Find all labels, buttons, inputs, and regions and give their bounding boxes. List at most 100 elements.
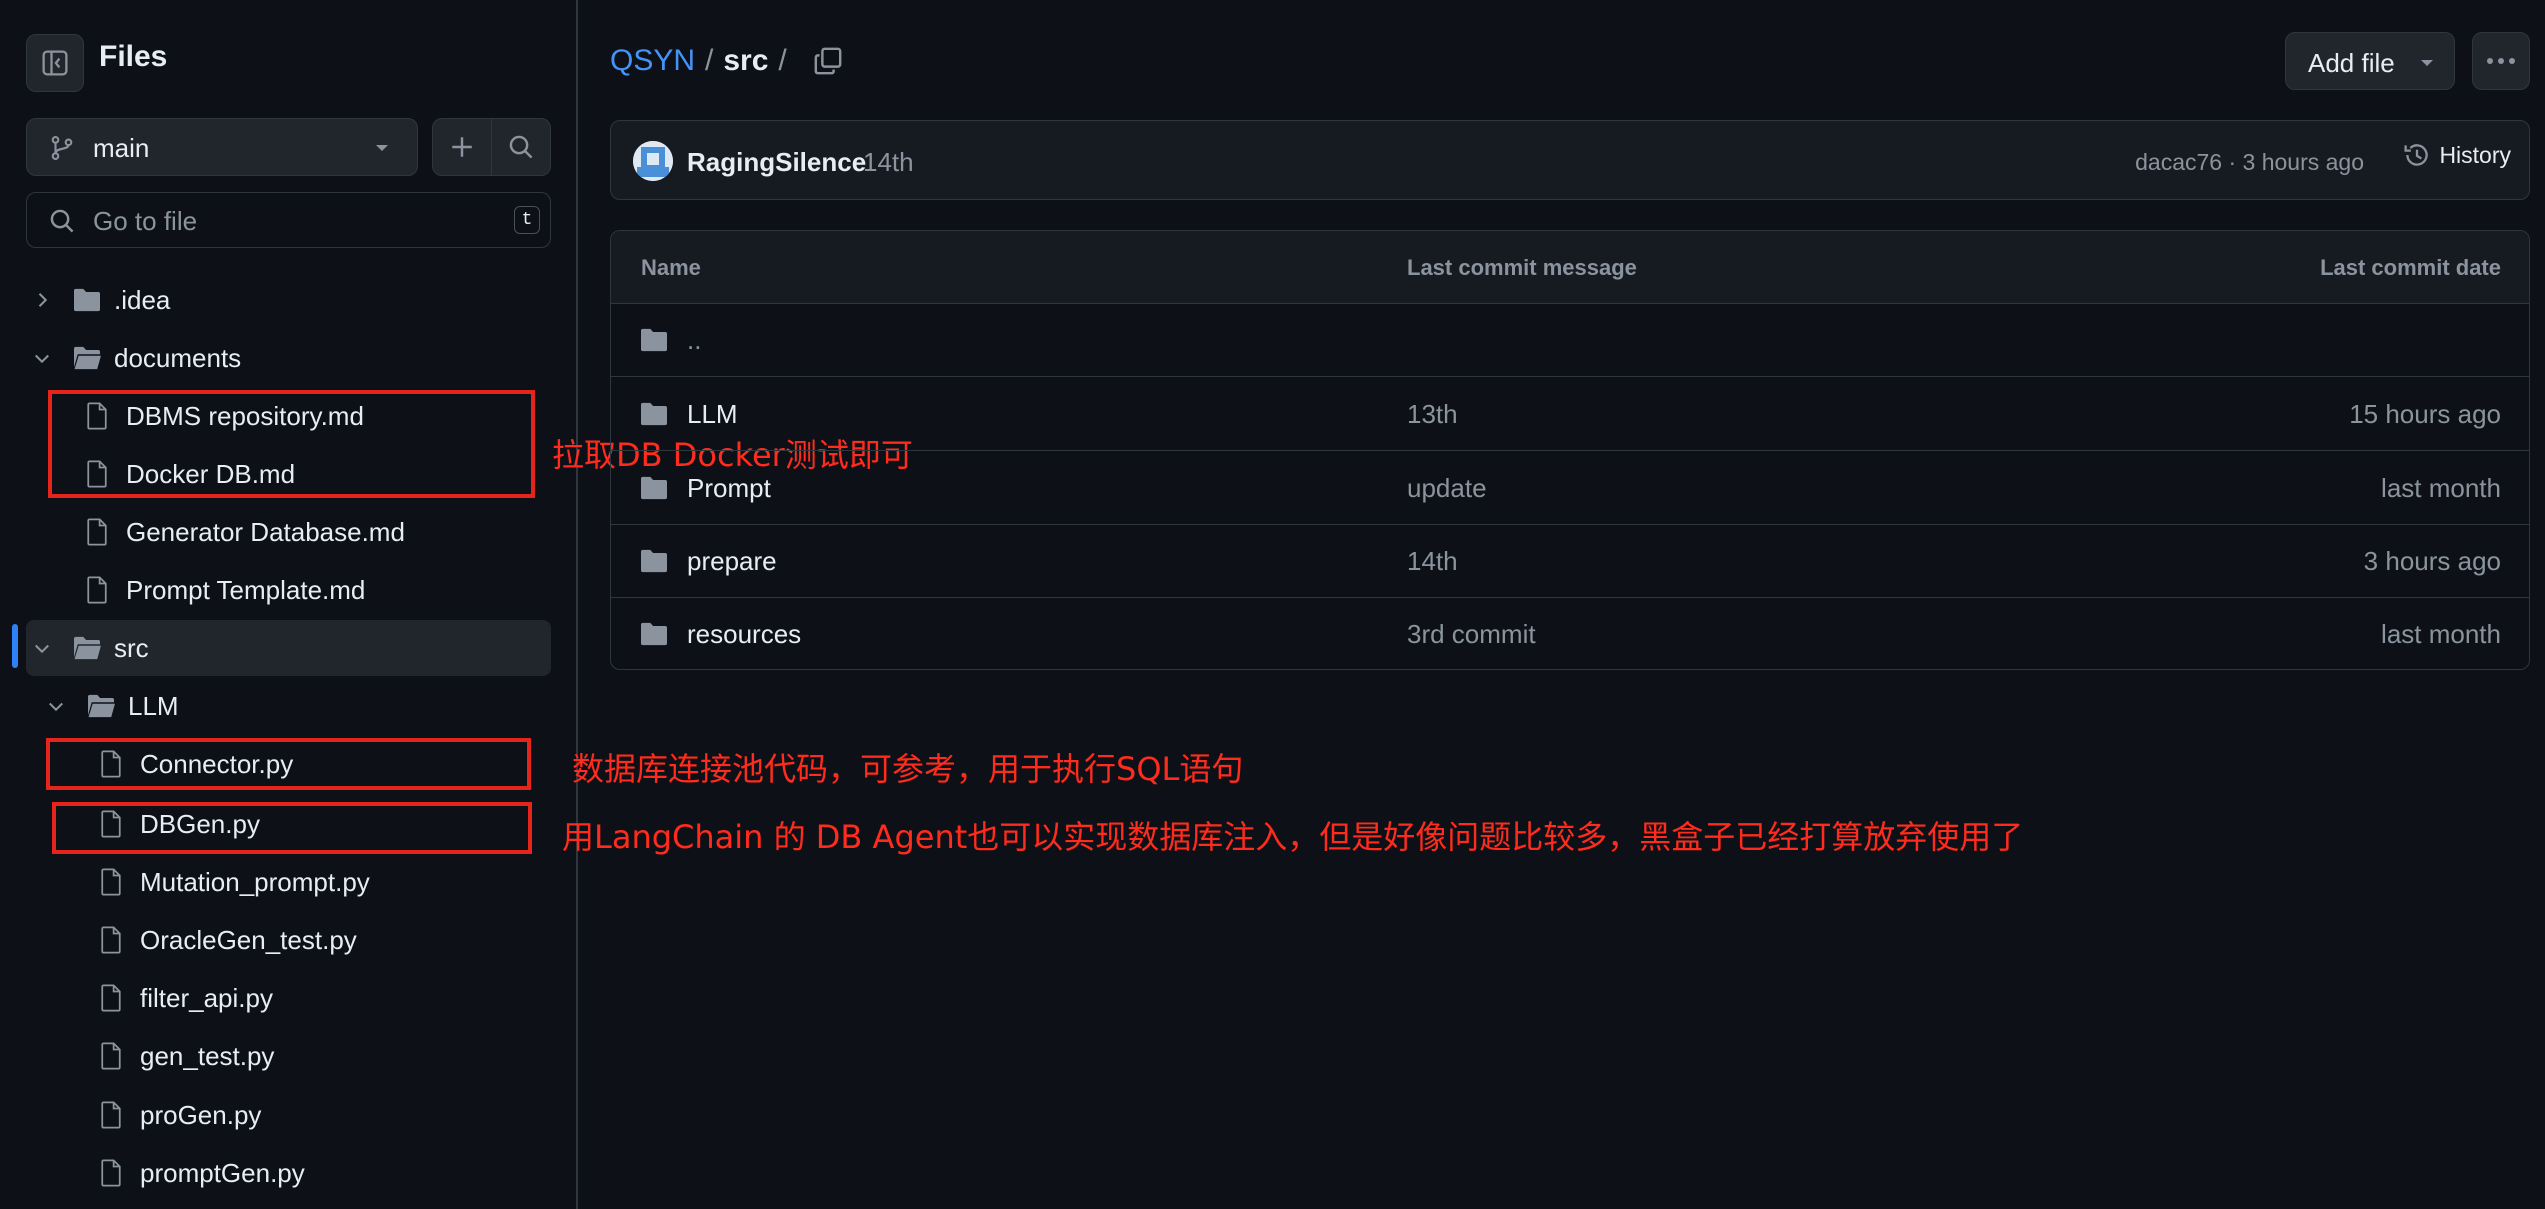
tree-item-progen[interactable]: proGen.py (26, 1087, 551, 1143)
tree-item-oraclegen-test[interactable]: OracleGen_test.py (26, 912, 551, 968)
tree-item-label: OracleGen_test.py (140, 924, 357, 955)
commit-hash-time[interactable]: dacac76 · 3 hours ago (2135, 149, 2364, 176)
tree-item-label: filter_api.py (140, 982, 273, 1013)
commit-message-link[interactable]: update (1407, 473, 1487, 504)
chevron-right-icon (38, 293, 48, 307)
chevron-down-icon (376, 145, 388, 151)
table-row[interactable]: resources 3rd commit last month (611, 597, 2529, 669)
tree-item-label: Prompt Template.md (126, 574, 366, 605)
tree-item-label: LLM (128, 690, 179, 721)
keyboard-shortcut-hint: t (514, 206, 540, 234)
copy-path-icon[interactable] (813, 46, 843, 76)
annotation-box-docs (48, 390, 535, 498)
table-row[interactable]: Prompt update last month (611, 451, 2529, 525)
file-icon (101, 868, 121, 896)
folder-open-icon (74, 346, 101, 370)
folder-icon (641, 402, 667, 426)
folder-name-link[interactable]: LLM (687, 399, 738, 430)
commit-date: last month (2381, 473, 2501, 503)
table-row[interactable]: LLM 13th 15 hours ago (611, 377, 2529, 451)
latest-commit-bar: RagingSilence 14th dacac76 · 3 hours ago… (610, 120, 2530, 200)
folder-name-link[interactable]: prepare (687, 546, 777, 577)
parent-directory-link[interactable]: .. (687, 325, 701, 356)
folder-name-link[interactable]: resources (687, 619, 801, 650)
tree-item-documents[interactable]: documents (26, 330, 551, 386)
annotation-dbgen-note: 用LangChain 的 DB Agent也可以实现数据库注入，但是好像问题比较… (562, 818, 2024, 856)
commit-message-link[interactable]: 14th (1407, 546, 1458, 577)
file-tree-sidebar: Files main t .idea documents DBMS reposi… (0, 0, 578, 1209)
folder-icon (641, 328, 667, 352)
table-row[interactable]: prepare 14th 3 hours ago (611, 524, 2529, 598)
tree-item-generator-database[interactable]: Generator Database.md (26, 504, 551, 560)
file-icon (101, 926, 121, 954)
commit-date: 3 hours ago (2363, 546, 2501, 576)
folder-open-icon (74, 636, 101, 660)
kebab-horizontal-icon (2487, 58, 2515, 64)
tree-item-label: Mutation_prompt.py (140, 866, 370, 897)
add-file-label: Add file (2308, 48, 2395, 78)
tree-item-mutation-prompt[interactable]: Mutation_prompt.py (26, 854, 551, 910)
breadcrumb-repo-link[interactable]: QSYN (610, 44, 695, 78)
file-icon (87, 518, 107, 546)
history-button[interactable]: History (2403, 141, 2511, 169)
tree-item-label: proGen.py (140, 1099, 262, 1130)
tree-item-label: Generator Database.md (126, 516, 405, 547)
tree-item-label: src (114, 632, 149, 663)
breadcrumb-separator: / (705, 44, 714, 77)
branch-selector[interactable]: main (26, 118, 418, 176)
sidebar-collapse-icon (42, 50, 68, 76)
go-to-file-field[interactable]: t (26, 192, 551, 248)
chevron-down-icon (2421, 60, 2433, 66)
search-icon (509, 135, 533, 159)
folder-icon (641, 476, 667, 500)
tree-item-filter-api[interactable]: filter_api.py (26, 970, 551, 1026)
tree-item-idea[interactable]: .idea (26, 272, 551, 328)
tree-item-gen-test[interactable]: gen_test.py (26, 1028, 551, 1084)
commit-message-link[interactable]: 3rd commit (1407, 619, 1536, 650)
folder-icon (74, 288, 100, 312)
folder-icon (641, 549, 667, 573)
tree-item-promptgen[interactable]: promptGen.py (26, 1145, 551, 1201)
tree-item-src[interactable]: src (26, 620, 551, 676)
history-label: History (2439, 141, 2511, 168)
annotation-box-connector (46, 738, 531, 790)
table-header: Name Last commit message Last commit dat… (611, 231, 2529, 304)
avatar[interactable] (633, 141, 673, 181)
tree-item-prompt-template[interactable]: Prompt Template.md (26, 562, 551, 618)
tree-item-llm[interactable]: LLM (26, 678, 551, 734)
annotation-box-dbgen (52, 802, 532, 854)
commit-message[interactable]: 14th (863, 147, 914, 178)
tree-item-label: gen_test.py (140, 1040, 275, 1071)
search-icon (50, 209, 74, 233)
tree-item-label: .idea (114, 284, 171, 315)
commit-author[interactable]: RagingSilence (687, 147, 866, 178)
file-icon (87, 576, 107, 604)
breadcrumb-current: src (723, 44, 769, 77)
chevron-down-icon (49, 702, 63, 712)
user-avatar-icon (633, 141, 673, 181)
go-to-file-input[interactable] (91, 203, 475, 239)
file-icon (101, 1159, 121, 1187)
tree-item-label: promptGen.py (140, 1157, 305, 1188)
file-icon (101, 1101, 121, 1129)
plus-icon (452, 137, 472, 157)
search-button[interactable] (491, 118, 551, 176)
breadcrumb: QSYN / src / (610, 44, 843, 78)
add-file-button[interactable] (432, 118, 492, 176)
chevron-down-icon (35, 354, 49, 364)
tree-item-label: documents (114, 342, 242, 373)
git-branch-icon (51, 136, 73, 160)
branch-name: main (93, 133, 150, 163)
file-icon (101, 1042, 121, 1070)
more-options-button[interactable] (2472, 32, 2530, 90)
file-table: Name Last commit message Last commit dat… (610, 230, 2530, 670)
collapse-sidebar-button[interactable] (26, 34, 84, 92)
chevron-down-icon (35, 644, 49, 654)
breadcrumb-separator: / (778, 44, 787, 77)
add-file-dropdown-button[interactable]: Add file (2285, 32, 2455, 90)
folder-name-link[interactable]: Prompt (687, 473, 771, 504)
table-row[interactable]: .. (611, 303, 2529, 377)
sidebar-title: Files (99, 40, 168, 73)
column-header-name: Name (641, 255, 701, 280)
commit-message-link[interactable]: 13th (1407, 399, 1458, 430)
